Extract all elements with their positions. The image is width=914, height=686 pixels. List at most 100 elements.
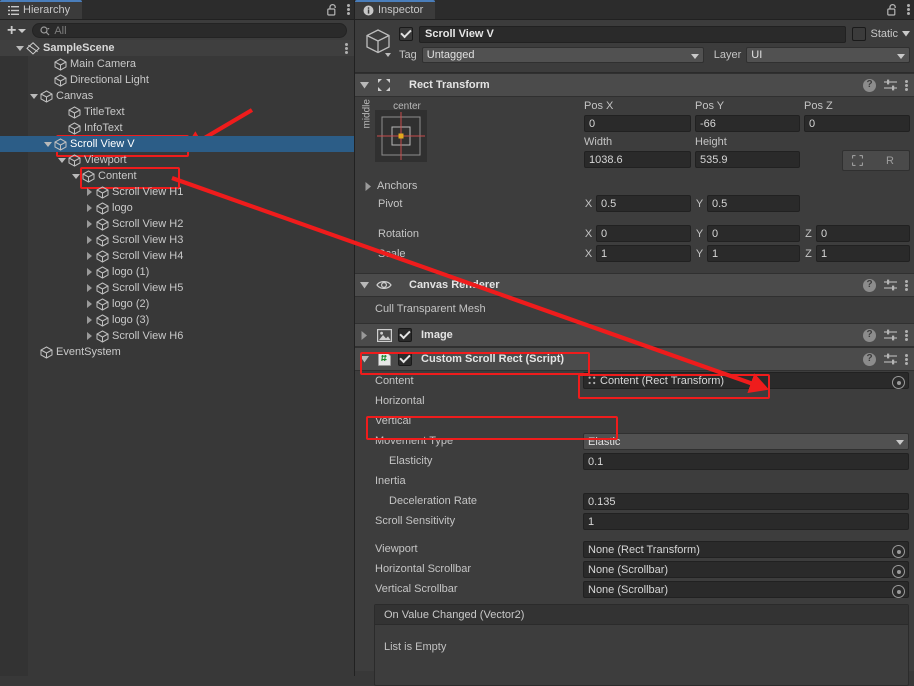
on-value-changed-event-list[interactable]: On Value Changed (Vector2) List is Empty	[374, 604, 909, 686]
content-objectfield[interactable]: Content (Rect Transform)	[583, 372, 909, 389]
canvas-renderer-preset-icon[interactable]	[884, 279, 897, 292]
gameobject-enabled-checkbox[interactable]	[399, 27, 413, 41]
image-foldout-icon[interactable]	[355, 331, 373, 340]
static-control[interactable]: Static	[852, 27, 910, 41]
hierarchy-item-row[interactable]: Scroll View H3	[0, 232, 354, 248]
custom-scroll-rect-help-icon[interactable]: ?	[863, 353, 876, 366]
image-enabled-checkbox[interactable]	[398, 328, 412, 342]
viewport-objectfield[interactable]: None (Rect Transform)	[583, 541, 909, 558]
scale-x-input[interactable]: 1	[596, 245, 691, 262]
tab-hierarchy[interactable]: Hierarchy	[0, 0, 82, 19]
vertical-scrollbar-object-picker-icon[interactable]	[892, 585, 905, 598]
chevron-right-icon[interactable]	[84, 204, 95, 212]
chevron-right-icon[interactable]	[84, 332, 95, 340]
lock-open-icon[interactable]	[327, 3, 338, 16]
rotation-z-input[interactable]: 0	[816, 225, 910, 242]
component-header-canvas-renderer[interactable]: Canvas Renderer ?	[355, 273, 914, 297]
static-checkbox[interactable]	[852, 27, 866, 41]
hierarchy-search-input[interactable]: All	[32, 23, 347, 38]
hierarchy-item-row[interactable]: InfoText	[0, 120, 354, 136]
hierarchy-item-row[interactable]: logo (3)	[0, 312, 354, 328]
help-icon[interactable]: ?	[863, 79, 876, 92]
chevron-right-icon[interactable]	[84, 220, 95, 228]
gameobject-name-input[interactable]: Scroll View V	[419, 26, 846, 43]
chevron-down-icon[interactable]	[56, 158, 67, 163]
chevron-right-icon[interactable]	[84, 268, 95, 276]
elasticity-input[interactable]: 0.1	[583, 453, 909, 470]
scroll-sensitivity-input[interactable]: 1	[583, 513, 909, 530]
chevron-right-icon[interactable]	[84, 284, 95, 292]
hierarchy-item-row[interactable]: Scroll View V	[0, 136, 354, 152]
content-object-picker-icon[interactable]	[892, 376, 905, 389]
canvas-renderer-kebab-menu-icon[interactable]	[905, 279, 908, 292]
deceleration-rate-input[interactable]: 0.135	[583, 493, 909, 510]
chevron-right-icon[interactable]	[84, 188, 95, 196]
pivot-x-input[interactable]: 0.5	[596, 195, 691, 212]
scene-kebab-menu-icon[interactable]	[345, 42, 348, 55]
hierarchy-tree[interactable]: SampleSceneMain CameraDirectional Light C…	[0, 40, 354, 676]
height-input[interactable]: 535.9	[695, 151, 800, 168]
viewport-object-picker-icon[interactable]	[892, 545, 905, 558]
image-preset-icon[interactable]	[884, 329, 897, 342]
pos-z-input[interactable]: 0	[804, 115, 910, 132]
anchors-foldout[interactable]: Anchors	[365, 180, 417, 192]
create-gameobject-button[interactable]: +	[0, 25, 32, 37]
hierarchy-item-row[interactable]: Scroll View H5	[0, 280, 354, 296]
custom-scroll-rect-foldout-icon[interactable]	[355, 356, 373, 363]
component-header-custom-scroll-rect[interactable]: Custom Scroll Rect (Script) ?	[355, 347, 914, 371]
layer-dropdown[interactable]: UI	[746, 47, 910, 63]
static-chevron-down-icon[interactable]	[902, 31, 910, 37]
anchor-preset-button[interactable]	[375, 110, 427, 162]
hierarchy-item-row[interactable]: logo (2)	[0, 296, 354, 312]
scale-y-input[interactable]: 1	[707, 245, 800, 262]
hierarchy-item-row[interactable]: Scroll View H2	[0, 216, 354, 232]
hierarchy-item-row[interactable]: Scroll View H1	[0, 184, 354, 200]
inspector-kebab-menu-icon[interactable]	[907, 3, 910, 16]
canvas-renderer-help-icon[interactable]: ?	[863, 279, 876, 292]
horizontal-scrollbar-object-picker-icon[interactable]	[892, 565, 905, 578]
inspector-lock-open-icon[interactable]	[887, 3, 898, 16]
chevron-right-icon[interactable]	[84, 316, 95, 324]
chevron-down-icon[interactable]	[70, 174, 81, 179]
rect-transform-kebab-menu-icon[interactable]	[905, 79, 908, 92]
chevron-right-icon[interactable]	[84, 300, 95, 308]
horizontal-scrollbar-objectfield[interactable]: None (Scrollbar)	[583, 561, 909, 578]
custom-scroll-rect-preset-icon[interactable]	[884, 353, 897, 366]
hierarchy-item-row[interactable]: logo	[0, 200, 354, 216]
hierarchy-item-row[interactable]: Directional Light	[0, 72, 354, 88]
blueprint-mode-button[interactable]	[842, 150, 873, 171]
chevron-down-icon[interactable]	[28, 94, 39, 99]
width-input[interactable]: 1038.6	[584, 151, 691, 168]
image-kebab-menu-icon[interactable]	[905, 329, 908, 342]
hierarchy-item-row[interactable]: Viewport	[0, 152, 354, 168]
tab-inspector[interactable]: Inspector	[355, 0, 435, 19]
chevron-down-icon[interactable]	[42, 142, 53, 147]
raw-edit-mode-button[interactable]: R	[871, 150, 910, 171]
component-header-image[interactable]: Image ?	[355, 323, 914, 347]
custom-scroll-rect-kebab-menu-icon[interactable]	[905, 353, 908, 366]
hierarchy-item-row[interactable]: Scroll View H6	[0, 328, 354, 344]
hierarchy-scene-row[interactable]: SampleScene	[0, 40, 354, 56]
chevron-right-icon[interactable]	[84, 236, 95, 244]
hierarchy-item-row[interactable]: TitleText	[0, 104, 354, 120]
hierarchy-kebab-menu-icon[interactable]	[347, 3, 350, 16]
hierarchy-item-row[interactable]: logo (1)	[0, 264, 354, 280]
hierarchy-item-row[interactable]: EventSystem	[0, 344, 354, 360]
pivot-y-input[interactable]: 0.5	[707, 195, 800, 212]
component-header-rect-transform[interactable]: Rect Transform ?	[355, 73, 914, 97]
hierarchy-item-row[interactable]: Content	[0, 168, 354, 184]
vertical-scrollbar-objectfield[interactable]: None (Scrollbar)	[583, 581, 909, 598]
rect-transform-foldout-icon[interactable]	[355, 82, 373, 89]
hierarchy-item-row[interactable]: Main Camera	[0, 56, 354, 72]
rotation-x-input[interactable]: 0	[596, 225, 691, 242]
scale-z-input[interactable]: 1	[816, 245, 910, 262]
rotation-y-input[interactable]: 0	[707, 225, 800, 242]
preset-icon[interactable]	[884, 79, 897, 92]
pos-x-input[interactable]: 0	[584, 115, 691, 132]
canvas-renderer-foldout-icon[interactable]	[355, 282, 373, 289]
chevron-right-icon[interactable]	[84, 252, 95, 260]
tag-dropdown[interactable]: Untagged	[422, 47, 704, 63]
movement-type-dropdown[interactable]: Elastic	[583, 433, 909, 450]
hierarchy-item-row[interactable]: Scroll View H4	[0, 248, 354, 264]
pos-y-input[interactable]: -66	[695, 115, 800, 132]
